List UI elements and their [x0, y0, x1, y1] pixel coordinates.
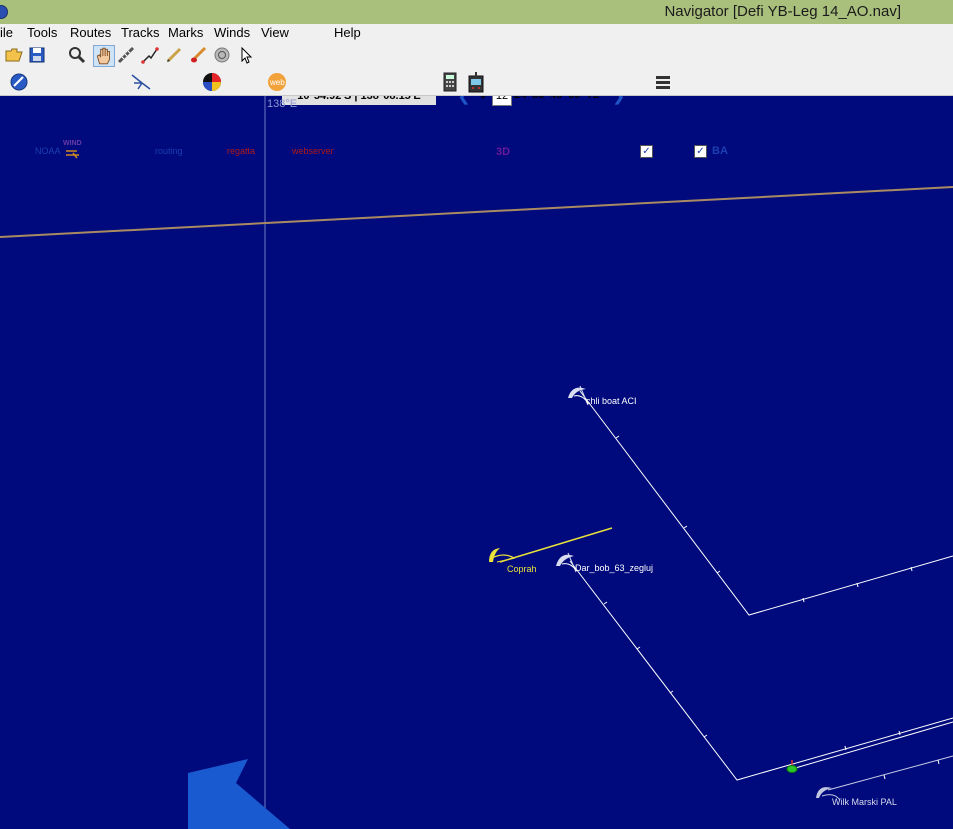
save-icon[interactable]	[28, 46, 46, 64]
boat-chli-boat-aci-icon[interactable]	[568, 385, 589, 406]
hand-icon[interactable]	[93, 45, 115, 67]
waypoint-marker-icon[interactable]	[786, 760, 798, 773]
track-chli-boat-aci	[579, 390, 953, 616]
longitude-label: 138°E	[267, 98, 298, 110]
menu-bar: ile Tools Routes Tracks Marks Winds View…	[0, 24, 953, 42]
menu-winds[interactable]: Winds	[214, 25, 250, 40]
routing-icon[interactable]	[130, 73, 152, 91]
target-icon[interactable]	[213, 46, 231, 64]
route-icon[interactable]	[141, 46, 159, 64]
zoom-icon[interactable]	[68, 46, 86, 64]
chart-area[interactable]: 138°E	[0, 96, 953, 829]
menu-help[interactable]: Help	[334, 25, 361, 40]
window-title: Navigator [Defi YB-Leg 14_AO.nav]	[664, 3, 901, 20]
chart-canvas[interactable]	[0, 96, 953, 829]
wind-direction-arrow-icon	[188, 759, 290, 829]
calculator-icon[interactable]	[443, 72, 457, 92]
main-toolbar: 10°54.92'S | 138°08.15'E ❮ 0 12 24 36 48…	[0, 42, 953, 106]
menu-file[interactable]: ile	[0, 25, 13, 40]
layers-icon	[656, 76, 670, 89]
boat-label-coprah[interactable]: Coprah	[507, 564, 537, 574]
menu-view[interactable]: View	[261, 25, 289, 40]
measure-icon[interactable]	[117, 46, 135, 64]
boat-label-chli-boat-aci[interactable]: chli boat ACI	[586, 396, 637, 406]
regatta-icon[interactable]	[202, 72, 222, 92]
pen-icon[interactable]	[165, 46, 183, 64]
boat-dar-bob-icon[interactable]	[556, 552, 577, 573]
track-dar-bob	[569, 560, 953, 781]
svg-text:web: web	[269, 78, 285, 87]
boat-label-dar-bob[interactable]: Dar_bob_63_zegluj	[575, 563, 653, 573]
menu-routes[interactable]: Routes	[70, 25, 111, 40]
menu-tools[interactable]: Tools	[27, 25, 57, 40]
brush-icon[interactable]	[189, 46, 207, 64]
menu-tracks[interactable]: Tracks	[121, 25, 160, 40]
boat-label-wilk-marski[interactable]: Wilk Marski PAL	[832, 797, 897, 807]
pointer-icon[interactable]	[238, 46, 256, 64]
rhumb-line	[0, 186, 953, 238]
noaa-icon[interactable]	[10, 73, 28, 91]
own-boat-coprah[interactable]	[489, 527, 613, 563]
app-icon[interactable]	[0, 5, 8, 19]
webserver-icon[interactable]: web	[267, 72, 287, 92]
menu-marks[interactable]: Marks	[168, 25, 203, 40]
track-wilk-marski	[791, 721, 953, 791]
secondary-toolbar: NOAA WIND routing regatta web webserver …	[0, 69, 953, 159]
folder-open-icon[interactable]	[5, 46, 23, 64]
gps-device-icon[interactable]	[466, 71, 486, 93]
title-bar: Navigator [Defi YB-Leg 14_AO.nav]	[0, 0, 953, 24]
